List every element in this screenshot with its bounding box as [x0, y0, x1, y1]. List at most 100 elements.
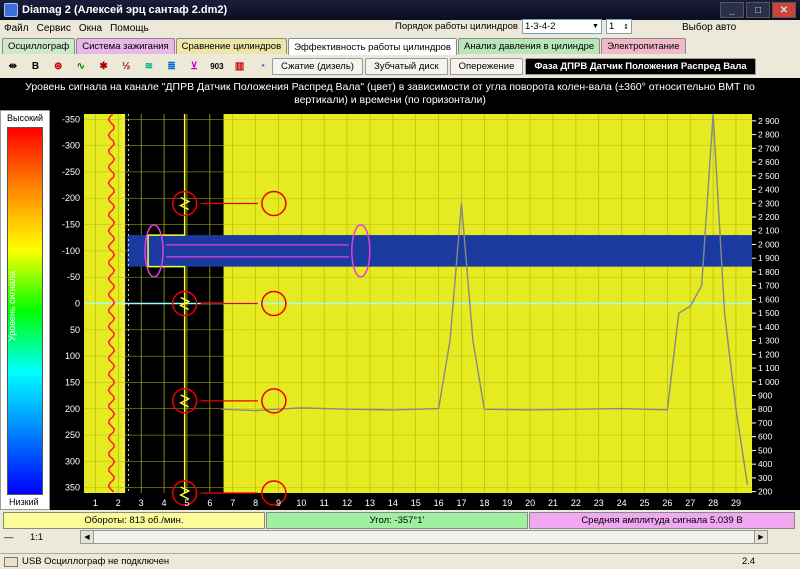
menu-file[interactable]: Файл: [4, 23, 29, 34]
right-tick-label: 2 800: [758, 130, 780, 140]
left-tick-label: -100: [62, 246, 80, 256]
left-tick-label: -50: [67, 272, 80, 282]
x-tick-label: 3: [139, 498, 144, 508]
close-button[interactable]: ✕: [772, 2, 796, 18]
cylinder-order-select[interactable]: 1-3-4-2 ▼: [521, 19, 602, 34]
tab-pressure-analysis[interactable]: Анализ давления в цилиндре: [457, 38, 601, 54]
bold-icon[interactable]: B: [26, 56, 46, 76]
x-tick-label: 17: [456, 498, 466, 508]
right-tick-label: 900: [758, 391, 772, 401]
spinner-arrows-icon: ⇕: [623, 23, 629, 31]
pie-icon[interactable]: ◔: [252, 56, 272, 76]
zoom-level: 1:1: [30, 531, 44, 543]
chart-area[interactable]: -350 -300 -250 -200 -150 -100 -50 0 50 100 150 200 2…: [50, 110, 800, 510]
tab-oscilloscope[interactable]: Осциллограф: [2, 38, 76, 54]
right-tick-label: 1 700: [758, 281, 780, 291]
right-tick-label: 400: [758, 459, 772, 469]
right-tick-label: 500: [758, 445, 772, 455]
right-tick-label: 1 300: [758, 336, 780, 346]
right-tick-label: 300: [758, 473, 772, 483]
zoom-icon[interactable]: —: [0, 532, 30, 543]
menu-help[interactable]: Помощь: [110, 23, 149, 34]
number-icon[interactable]: 903: [207, 56, 227, 76]
left-tick-label: -250: [62, 167, 80, 177]
rpm-icon[interactable]: ⊛: [48, 56, 68, 76]
right-tick-label: 1 500: [758, 308, 780, 318]
menu-windows[interactable]: Окна: [79, 23, 102, 34]
x-tick-label: 24: [617, 498, 627, 508]
right-tick-label: 2 500: [758, 171, 780, 181]
color-legend: Высокий Уровень сигнала Низкий: [0, 110, 50, 510]
right-tick-label: 1 000: [758, 377, 780, 387]
layers-icon[interactable]: ≣: [162, 56, 182, 76]
usb-status: USB Осциллограф не подключен: [22, 556, 170, 567]
left-tick-label: 50: [70, 325, 80, 335]
title-bar: Diamag 2 (Алексей эрц сантаф 2.dm2) _ □ …: [0, 0, 800, 20]
maximize-button[interactable]: □: [746, 2, 770, 18]
main-tabs: Осциллограф Система зажигания Сравнение …: [2, 38, 686, 55]
x-tick-label: 1: [93, 498, 98, 508]
left-tick-label: 150: [65, 377, 80, 387]
bars-icon[interactable]: ▥: [230, 56, 250, 76]
right-tick-label: 2 300: [758, 198, 780, 208]
x-tick-label: 27: [685, 498, 695, 508]
legend-axis-label: Уровень сигнала: [7, 270, 17, 342]
scroll-left-button[interactable]: ◀: [80, 530, 94, 544]
blue-band: [127, 235, 752, 267]
right-tick-label: 1 600: [758, 294, 780, 304]
left-tick-label: 350: [65, 483, 80, 493]
x-tick-label: 4: [162, 498, 167, 508]
scale-icon[interactable]: ⇹: [3, 56, 23, 76]
x-tick-label: 5: [184, 498, 189, 508]
x-tick-label: 23: [594, 498, 604, 508]
tab-advance[interactable]: Опережение: [449, 58, 524, 75]
wave-icon[interactable]: ∿: [71, 56, 91, 76]
x-tick-label: 16: [434, 498, 444, 508]
right-tick-label: 1 900: [758, 253, 780, 263]
tab-camshaft-phase[interactable]: Фаза ДПРВ Датчик Положения Распред Вала: [525, 58, 756, 75]
x-tick-label: 10: [296, 498, 306, 508]
level-icon[interactable]: ≋: [139, 56, 159, 76]
left-tick-label: 0: [75, 299, 80, 309]
tab-compression-diesel[interactable]: Сжатие (дизель): [272, 58, 363, 75]
x-tick-label: 2: [116, 498, 121, 508]
angle-status-text: Угол: -357°1': [369, 515, 425, 526]
left-tick-label: -150: [62, 220, 80, 230]
left-tick-label: -350: [62, 114, 80, 124]
legend-low-label: Низкий: [9, 497, 39, 507]
tab-cylinder-compare[interactable]: Сравнение цилиндров: [175, 38, 288, 54]
tab-cylinder-efficiency[interactable]: Эффективность работы цилиндров: [288, 38, 457, 55]
tab-ignition[interactable]: Система зажигания: [76, 38, 175, 54]
cylinder-count-value: 1: [608, 21, 615, 32]
minimize-button[interactable]: _: [720, 2, 744, 18]
scroll-right-button[interactable]: ▶: [754, 530, 768, 544]
rpm-status: Обороты: 813 об./мин.: [3, 512, 265, 529]
left-tick-label: 200: [65, 404, 80, 414]
x-tick-label: 20: [525, 498, 535, 508]
x-tick-label: 22: [571, 498, 581, 508]
cursor-icon[interactable]: ✱: [94, 56, 114, 76]
half-icon[interactable]: ½: [116, 56, 136, 76]
tab-tooth-disk[interactable]: Зубчатый диск: [364, 58, 448, 75]
x-tick-label: 15: [411, 498, 421, 508]
x-tick-label: 12: [342, 498, 352, 508]
auto-select-link[interactable]: Выбор авто: [682, 22, 736, 33]
window-title: Diamag 2 (Алексей эрц сантаф 2.dm2): [22, 4, 228, 16]
right-tick-label: 1 800: [758, 267, 780, 277]
right-tick-label: 600: [758, 432, 772, 442]
horizontal-scrollbar[interactable]: [94, 530, 754, 544]
peak-icon[interactable]: ⊻: [184, 56, 204, 76]
x-tick-label: 19: [502, 498, 512, 508]
right-tick-label: 1 100: [758, 363, 780, 373]
right-tick-label: 2 400: [758, 185, 780, 195]
cylinder-count-spinner[interactable]: 1 ⇕: [605, 19, 632, 34]
right-tick-label: 800: [758, 404, 772, 414]
legend-high-label: Высокий: [7, 113, 44, 123]
rpm-status-text: Обороты: 813 об./мин.: [84, 515, 184, 526]
scroll-row: — 1:1 ◀ ▶: [0, 530, 800, 544]
chart-svg[interactable]: -350 -300 -250 -200 -150 -100 -50 0 50 100 150 200 2…: [50, 110, 800, 510]
tab-power-supply[interactable]: Электропитание: [601, 38, 686, 54]
right-tick-label: 2 600: [758, 157, 780, 167]
sub-tabs: Сжатие (дизель) Зубчатый диск Опережение…: [272, 58, 756, 75]
menu-service[interactable]: Сервис: [37, 23, 71, 34]
